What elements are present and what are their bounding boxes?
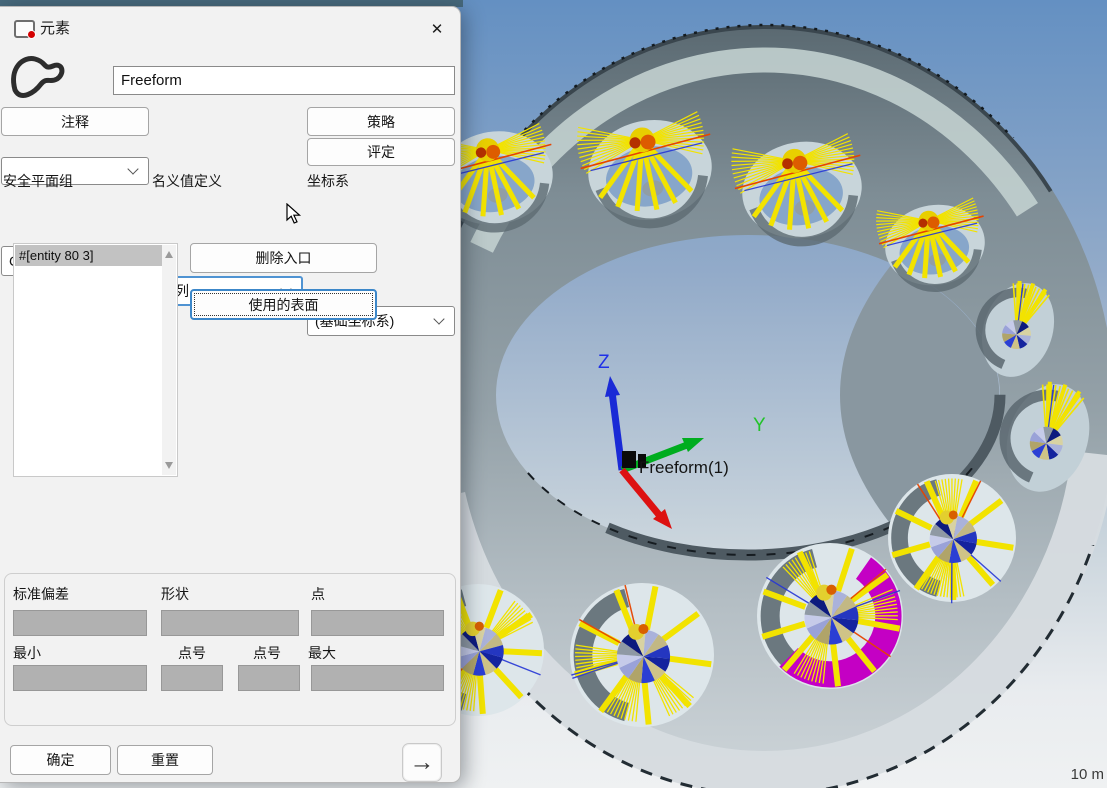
reset-button[interactable]: 重置: [117, 745, 213, 775]
feature-name-input[interactable]: [113, 66, 455, 95]
coordinate-system-label: 坐标系: [307, 171, 349, 191]
chevron-down-icon: [433, 313, 444, 324]
delete-entry-button[interactable]: 删除入口: [190, 243, 377, 273]
z-axis-arrowhead: [605, 376, 620, 397]
max-label: 最大: [308, 643, 336, 663]
std-dev-field: [13, 610, 147, 636]
feature-label: Freeform(1): [639, 458, 729, 477]
list-item[interactable]: #[entity 80 3]: [15, 245, 162, 266]
max-field: [311, 665, 444, 691]
mouse-cursor-icon: [286, 203, 302, 225]
z-axis-arrow: [612, 392, 622, 470]
freeform-feature-icon: [6, 49, 68, 107]
clearance-group-label: 安全平面组: [3, 171, 73, 191]
y-axis-label: Y: [753, 415, 766, 436]
point-field: [311, 610, 444, 636]
point-label: 点: [311, 584, 325, 604]
chevron-down-icon: [127, 163, 138, 174]
ok-button[interactable]: 确定: [10, 745, 111, 775]
label-overlap-block: [622, 451, 636, 468]
form-label: 形状: [161, 584, 189, 604]
nominal-definition-label: 名义值定义: [152, 171, 222, 191]
pocket-selected: [757, 543, 903, 689]
z-axis-label: Z: [598, 352, 610, 373]
close-button[interactable]: ✕: [419, 15, 455, 42]
point-no-field-1: [161, 665, 223, 691]
point-no-label-2: 点号: [253, 643, 281, 663]
application-window: Z Y Freeform(1) 10 m 元素 ✕ 注释 策略 评定 安全平面组…: [0, 0, 1107, 788]
form-field: [161, 610, 299, 636]
scale-label: 10 m: [1071, 766, 1106, 783]
annotation-button[interactable]: 注释: [1, 107, 149, 136]
min-field: [13, 665, 147, 691]
y-axis-arrowhead: [682, 438, 704, 452]
scroll-down-icon[interactable]: [165, 462, 173, 469]
dialog-app-icon: [14, 20, 35, 38]
results-groupbox: 标准偏差 形状 点 最小 点号 点号 最大: [4, 573, 456, 726]
strategy-button[interactable]: 策略: [307, 107, 455, 136]
entity-list[interactable]: #[entity 80 3]: [13, 243, 178, 477]
point-no-label-1: 点号: [178, 643, 206, 663]
pocket-front: [570, 583, 714, 727]
std-dev-label: 标准偏差: [13, 584, 69, 604]
element-dialog: 元素 ✕ 注释 策略 评定 安全平面组 名义值定义 坐标系 CP +X 阵列 (…: [0, 6, 461, 783]
next-arrow-button[interactable]: →: [402, 743, 442, 782]
axis-triad: Z Y Freeform(1): [598, 352, 766, 529]
scroll-up-icon[interactable]: [165, 251, 173, 258]
evaluation-button[interactable]: 评定: [307, 138, 455, 166]
point-no-field-2: [238, 665, 300, 691]
min-label: 最小: [13, 643, 41, 663]
dialog-title: 元素: [40, 17, 70, 38]
list-scrollbar[interactable]: [162, 245, 176, 475]
used-surfaces-button[interactable]: 使用的表面: [190, 289, 377, 320]
